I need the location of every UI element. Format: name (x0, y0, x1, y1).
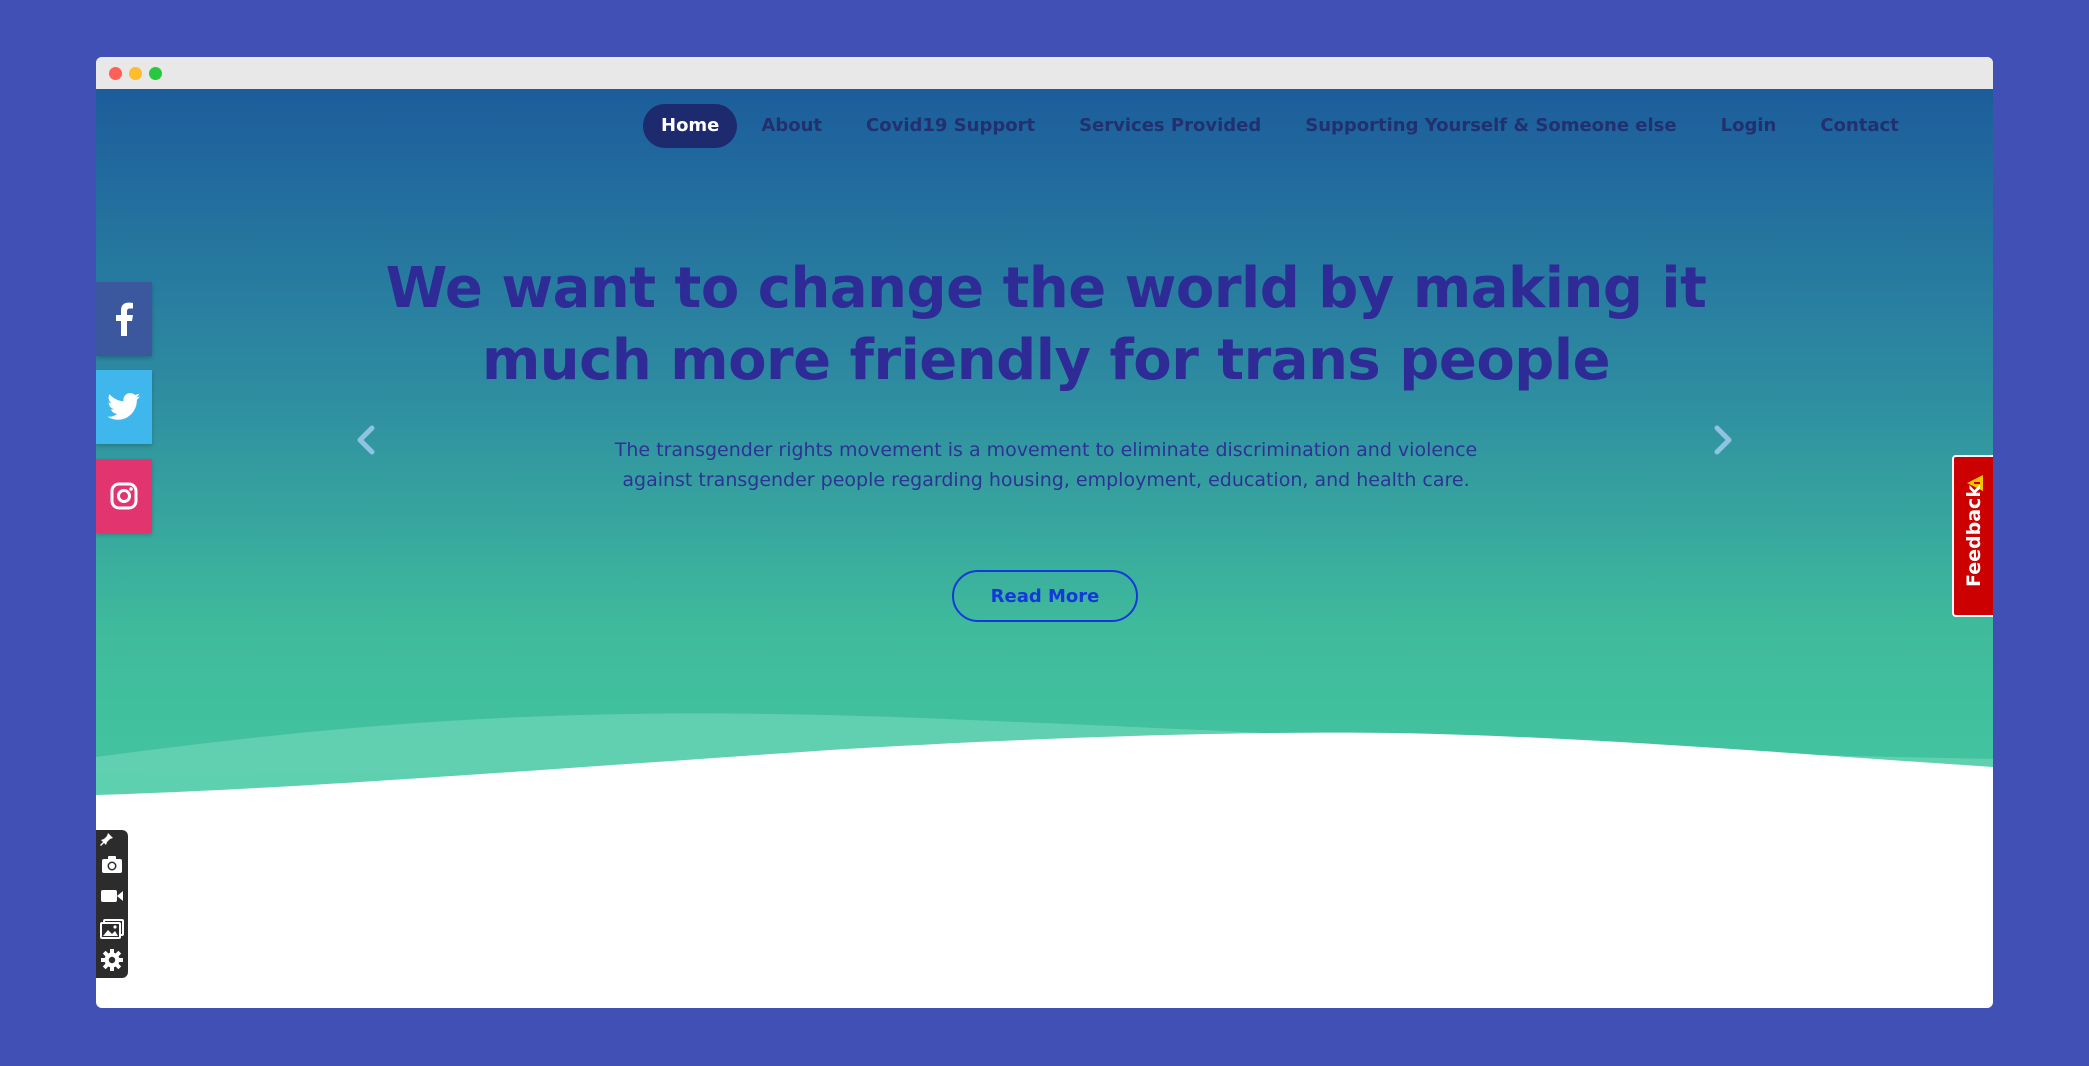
nav-item-home[interactable]: Home (643, 104, 738, 148)
maximize-window-button[interactable] (149, 67, 162, 80)
read-more-button[interactable]: Read More (952, 570, 1138, 622)
twitter-icon (107, 393, 141, 420)
nav-item-covid19-support[interactable]: Covid19 Support (844, 104, 1057, 148)
hero-section: Home About Covid19 Support Services Prov… (96, 89, 1993, 809)
nav-item-login[interactable]: Login (1699, 104, 1799, 148)
nav-item-contact[interactable]: Contact (1798, 104, 1920, 148)
minimize-window-button[interactable] (129, 67, 142, 80)
instagram-icon (110, 482, 138, 510)
instagram-share-button[interactable] (96, 459, 152, 533)
pin-icon[interactable] (100, 832, 114, 846)
screen-capture-toolbox (96, 830, 128, 978)
close-window-button[interactable] (109, 67, 122, 80)
gear-icon[interactable] (100, 948, 124, 972)
window-titlebar (96, 57, 1993, 89)
facebook-icon (116, 302, 133, 336)
nav-item-about[interactable]: About (739, 104, 844, 148)
video-icon[interactable] (100, 884, 124, 908)
browser-window: Home About Covid19 Support Services Prov… (96, 57, 1993, 1008)
hero-subtext: The transgender rights movement is a mov… (614, 439, 1478, 491)
feedback-tab[interactable]: Feedback (1952, 455, 1993, 617)
camera-icon[interactable] (100, 852, 124, 876)
nav-item-services-provided[interactable]: Services Provided (1057, 104, 1283, 148)
hero-headline: We want to change the world by making it… (385, 256, 1707, 393)
feedback-label: Feedback (1962, 485, 1985, 587)
nav-item-supporting-yourself[interactable]: Supporting Yourself & Someone else (1283, 104, 1698, 148)
gallery-icon[interactable] (100, 917, 124, 941)
chevron-left-icon[interactable] (351, 423, 381, 457)
main-navigation: Home About Covid19 Support Services Prov… (643, 104, 1921, 148)
facebook-share-button[interactable] (96, 282, 152, 356)
twitter-share-button[interactable] (96, 370, 152, 444)
chevron-right-icon[interactable] (1708, 423, 1738, 457)
